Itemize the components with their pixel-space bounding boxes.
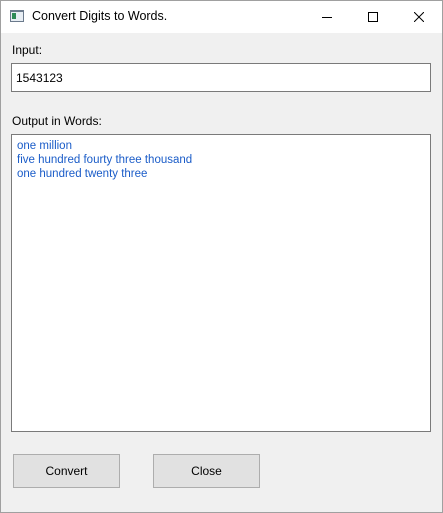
minimize-button[interactable] (304, 1, 350, 33)
app-icon (10, 10, 24, 22)
output-line: five hundred fourty three thousand (17, 154, 193, 166)
minimize-icon (322, 17, 332, 18)
output-label: Output in Words: (12, 114, 102, 128)
close-icon (414, 12, 424, 22)
convert-button[interactable]: Convert (13, 454, 120, 488)
output-line: one hundred twenty three (17, 168, 148, 180)
output-line: one million (17, 140, 72, 152)
title-bar[interactable]: Convert Digits to Words. (1, 1, 442, 33)
close-button[interactable]: Close (153, 454, 260, 488)
close-window-button[interactable] (396, 1, 442, 33)
output-textarea[interactable]: one million five hundred fourty three th… (11, 134, 431, 432)
number-input[interactable]: 1543123 (11, 63, 431, 92)
input-label: Input: (12, 43, 43, 57)
app-window: Convert Digits to Words. Input: 1543123 … (0, 0, 443, 513)
maximize-button[interactable] (350, 1, 396, 33)
maximize-icon (368, 12, 378, 22)
window-title: Convert Digits to Words. (32, 9, 168, 23)
